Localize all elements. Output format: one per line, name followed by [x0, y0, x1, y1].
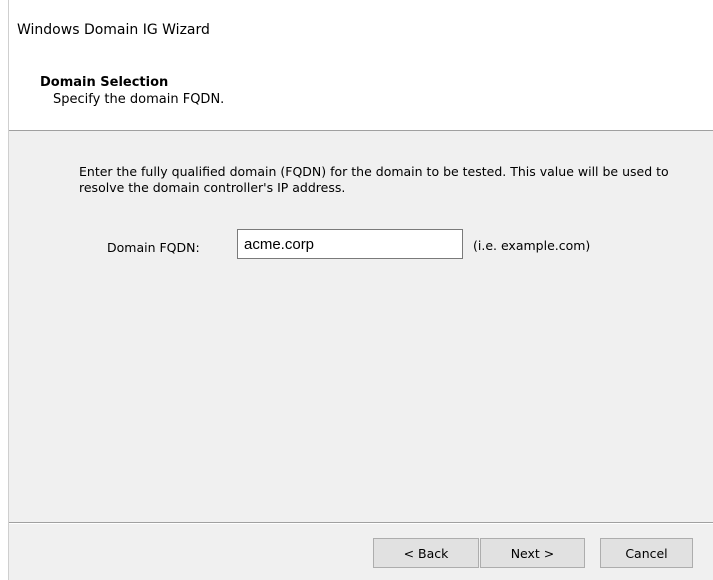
page-title: Domain Selection: [40, 75, 169, 90]
page-subtitle: Specify the domain FQDN.: [53, 92, 225, 107]
title-bar: Windows Domain IG Wizard: [9, 0, 713, 70]
wizard-body: Enter the fully qualified domain (FQDN) …: [9, 131, 713, 522]
back-button[interactable]: < Back: [373, 538, 479, 568]
wizard-window: Windows Domain IG Wizard Domain Selectio…: [8, 0, 713, 580]
next-button[interactable]: Next >: [480, 538, 585, 568]
footer-divider: [9, 522, 713, 524]
instructions-text: Enter the fully qualified domain (FQDN) …: [79, 164, 669, 195]
wizard-header: Domain Selection Specify the domain FQDN…: [9, 70, 713, 131]
window-title: Windows Domain IG Wizard: [17, 22, 210, 38]
domain-fqdn-input[interactable]: [237, 229, 463, 259]
domain-fqdn-hint: (i.e. example.com): [473, 238, 591, 253]
domain-fqdn-label: Domain FQDN:: [107, 240, 200, 255]
cancel-button[interactable]: Cancel: [600, 538, 693, 568]
